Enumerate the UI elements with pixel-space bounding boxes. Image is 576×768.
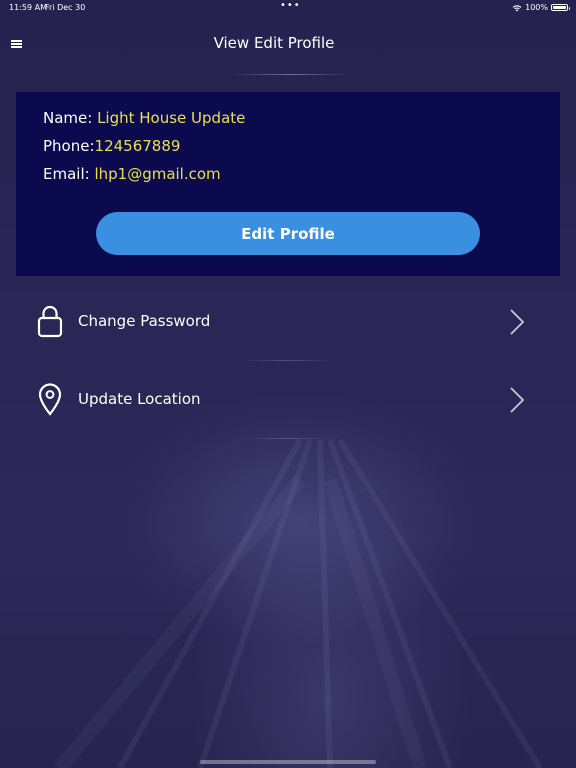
edit-profile-button[interactable]: Edit Profile [96, 212, 480, 255]
update-location-label: Update Location [78, 390, 201, 408]
update-location-row[interactable]: Update Location [0, 370, 576, 430]
status-time: 11:59 AM [9, 3, 47, 12]
chevron-right-icon [510, 309, 525, 335]
battery-percent: 100% [525, 3, 548, 12]
profile-phone: Phone:124567889 [43, 137, 180, 155]
multitasking-dots[interactable]: ••• [280, 0, 301, 11]
email-label: Email: [43, 165, 95, 183]
change-password-label: Change Password [78, 312, 211, 330]
battery-icon [551, 4, 570, 11]
profile-email: Email: lhp1@gmail.com [43, 165, 221, 183]
name-label: Name: [43, 109, 98, 127]
phone-label: Phone: [43, 137, 95, 155]
location-pin-icon [38, 383, 62, 416]
change-password-row[interactable]: Change Password [0, 292, 576, 352]
profile-card: Name: Light House Update Phone:124567889… [16, 92, 560, 276]
email-value: lhp1@gmail.com [94, 165, 221, 183]
row-divider [238, 360, 338, 361]
row-divider [238, 438, 338, 439]
name-value: Light House Update [97, 109, 246, 127]
phone-value: 124567889 [94, 137, 181, 155]
status-bar: 11:59 AM Fri Dec 30 ••• 100% [0, 0, 576, 14]
status-right: 100% [512, 3, 570, 12]
status-date: Fri Dec 30 [45, 3, 86, 12]
page-title: View Edit Profile [213, 34, 335, 52]
wifi-icon [512, 4, 522, 11]
lock-icon [37, 305, 63, 338]
chevron-right-icon [510, 387, 525, 413]
title-divider [228, 74, 353, 75]
profile-name: Name: Light House Update [43, 109, 245, 127]
home-indicator[interactable] [200, 760, 376, 764]
